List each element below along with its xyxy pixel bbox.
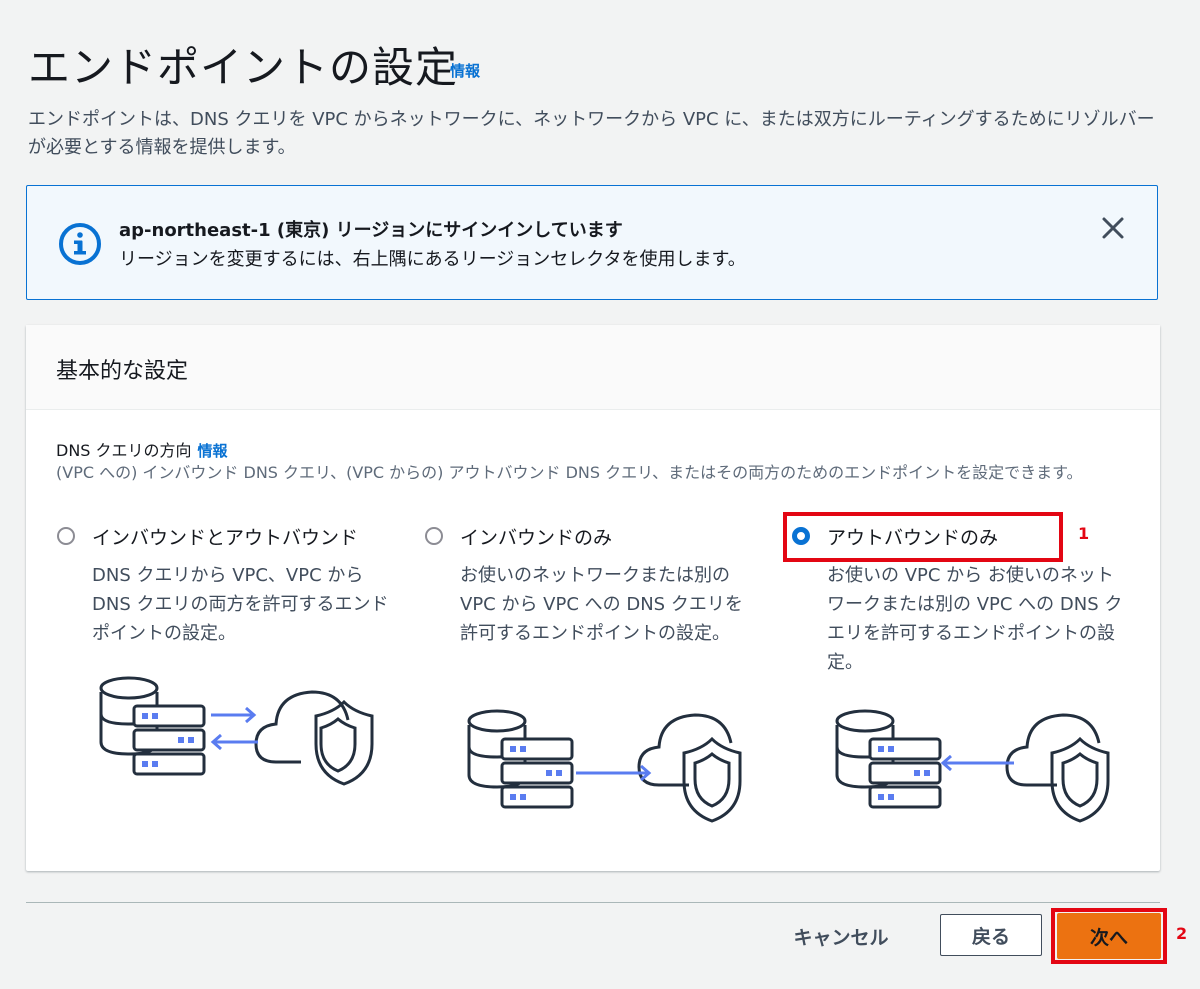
region-info-alert: ap-northeast-1 (東京) リージョンにサインインしています リージ… — [26, 185, 1158, 300]
next-button[interactable]: 次へ — [1057, 913, 1161, 959]
back-button[interactable]: 戻る — [940, 914, 1042, 956]
option-description: DNS クエリから VPC、VPC から DNS クエリの両方を許可するエンドポ… — [92, 565, 389, 644]
basic-settings-panel: 基本的な設定 DNS クエリの方向 情報 (VPC への) インバウンド DNS … — [26, 325, 1160, 871]
close-icon[interactable] — [1099, 214, 1127, 242]
outbound-diagram-icon — [835, 709, 1110, 823]
alert-body: リージョンを変更するには、右上隅にあるリージョンセレクタを使用します。 — [119, 249, 746, 270]
inbound-diagram-icon — [467, 709, 742, 823]
option-label: インバウンドとアウトバウンド — [92, 527, 359, 549]
dns-direction-info-link[interactable]: 情報 — [198, 442, 228, 460]
title-info-link[interactable]: 情報 — [450, 60, 480, 81]
panel-header: 基本的な設定 — [26, 325, 1160, 410]
radio-inbound[interactable] — [425, 527, 443, 545]
info-circle-icon — [59, 223, 101, 265]
radio-outbound[interactable] — [792, 527, 810, 545]
dns-direction-description: (VPC への) インバウンド DNS クエリ、(VPC からの) アウトバウン… — [56, 463, 1083, 482]
option-label: インバウンドのみ — [460, 527, 613, 549]
annotation-marker-1: 1 — [1078, 524, 1090, 543]
option-description: お使いの VPC から お使いのネットワークまたは別の VPC への DNS ク… — [827, 565, 1123, 673]
cancel-button[interactable]: キャンセル — [778, 916, 904, 956]
page-description: エンドポイントは、DNS クエリを VPC からネットワークに、ネットワークから… — [28, 109, 1155, 158]
radio-inbound-outbound[interactable] — [57, 527, 75, 545]
bidirectional-diagram-icon — [99, 676, 374, 786]
page-title-text: エンドポイントの設定 — [28, 43, 459, 92]
option-label: アウトバウンドのみ — [827, 527, 999, 549]
dns-direction-label: DNS クエリの方向 情報 — [56, 437, 228, 461]
footer-divider — [26, 902, 1160, 903]
option-description: お使いのネットワークまたは別の VPC から VPC への DNS クエリを許可… — [460, 565, 743, 644]
dns-direction-label-text: DNS クエリの方向 — [56, 441, 192, 460]
panel-title: 基本的な設定 — [56, 359, 189, 384]
page-title: エンドポイントの設定 — [28, 34, 458, 95]
annotation-marker-2: 2 — [1176, 924, 1188, 943]
alert-title: ap-northeast-1 (東京) リージョンにサインインしています — [119, 220, 623, 241]
